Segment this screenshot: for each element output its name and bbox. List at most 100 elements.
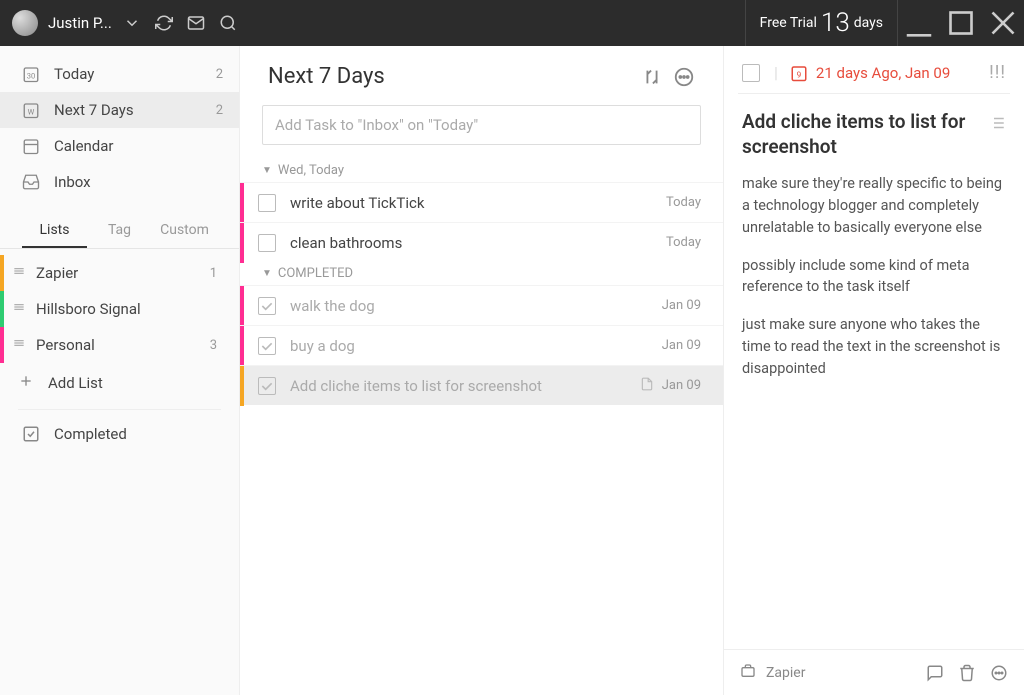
add-task-input[interactable]: Add Task to "Inbox" on "Today" [262, 105, 701, 145]
sidebar-completed[interactable]: Completed [0, 416, 239, 452]
calendar-icon[interactable]: 9 [790, 64, 808, 82]
task-checkbox[interactable] [258, 337, 276, 355]
sidebar-item-count: 2 [216, 67, 223, 82]
content-area: 30 Today 2W Next 7 Days 2 Calendar Inbox… [0, 46, 1024, 695]
priority-icon[interactable]: !!! [989, 62, 1006, 83]
task-date: Today [666, 195, 701, 210]
detail-task-title[interactable]: Add cliche items to list for screenshot [742, 110, 980, 159]
sidebar-tab-lists[interactable]: Lists [22, 214, 87, 248]
window-close-button[interactable] [982, 0, 1024, 46]
titlebar: Justin P... Free Trial 13 days [0, 0, 1024, 46]
task-date: Jan 09 [662, 298, 701, 313]
note-icon [640, 377, 654, 395]
caret-down-icon: ▼ [262, 165, 272, 176]
sidebar-item-label: Next 7 Days [54, 101, 216, 119]
task-title: walk the dog [290, 297, 662, 315]
detail-notes[interactable]: make sure they're really specific to bei… [724, 167, 1024, 401]
task-row[interactable]: write about TickTick Today [240, 182, 723, 222]
sidebar-list-item[interactable]: Hillsboro Signal [0, 291, 239, 327]
task-title: write about TickTick [290, 194, 666, 212]
window-maximize-button[interactable] [940, 0, 982, 46]
section-label: COMPLETED [278, 266, 353, 281]
task-checkbox[interactable] [258, 377, 276, 395]
task-checkbox[interactable] [258, 234, 276, 252]
trial-suffix: days [854, 15, 883, 31]
task-checkbox[interactable] [258, 194, 276, 212]
list-label: Personal [36, 336, 210, 354]
task-list-panel: Next 7 Days Add Task to "Inbox" on "Toda… [240, 46, 724, 695]
sidebar-item-count: 2 [216, 103, 223, 118]
detail-project-name[interactable]: Zapier [766, 665, 912, 681]
user-avatar[interactable] [12, 10, 38, 36]
task-date: Today [666, 235, 701, 250]
section-header[interactable]: ▼COMPLETED [240, 262, 723, 285]
sidebar-item-today[interactable]: 30 Today 2 [0, 56, 239, 92]
calendar-icon [22, 137, 40, 155]
more-icon[interactable] [673, 66, 695, 88]
plus-icon [18, 373, 34, 393]
username-label[interactable]: Justin P... [48, 14, 112, 32]
task-row[interactable]: clean bathrooms Today [240, 222, 723, 262]
task-color-bar [240, 286, 244, 326]
svg-text:W: W [28, 108, 35, 117]
add-list-button[interactable]: Add List [0, 363, 239, 403]
project-icon [740, 663, 756, 683]
sort-icon[interactable] [641, 66, 663, 88]
task-color-bar [240, 326, 244, 366]
trash-icon[interactable] [958, 664, 976, 682]
sidebar-list-item[interactable]: Personal 3 [0, 327, 239, 363]
list-color-bar [0, 327, 4, 363]
list-label: Hillsboro Signal [36, 300, 217, 318]
sidebar-item-calendar[interactable]: Calendar [0, 128, 239, 164]
section-header[interactable]: ▼ Wed, Today [240, 159, 723, 182]
page-title: Next 7 Days [268, 64, 631, 89]
check-icon [22, 425, 40, 443]
list-label: Zapier [36, 264, 210, 282]
task-date: Jan 09 [662, 378, 701, 393]
list-color-bar [0, 255, 4, 291]
sidebar-item-next7[interactable]: W Next 7 Days 2 [0, 92, 239, 128]
add-task-placeholder: Add Task to "Inbox" on "Today" [275, 116, 478, 134]
detail-complete-checkbox[interactable] [742, 64, 760, 82]
sidebar-item-label: Today [54, 65, 216, 83]
trial-badge[interactable]: Free Trial 13 days [745, 0, 898, 46]
more-icon[interactable] [990, 664, 1008, 682]
trial-prefix: Free Trial [760, 15, 817, 31]
task-row[interactable]: walk the dog Jan 09 [240, 285, 723, 325]
task-row[interactable]: buy a dog Jan 09 [240, 325, 723, 365]
drag-handle-icon[interactable] [12, 336, 26, 354]
drag-handle-icon[interactable] [12, 300, 26, 318]
window-minimize-button[interactable] [898, 0, 940, 46]
list-count: 1 [210, 266, 217, 281]
sidebar-tab-custom[interactable]: Custom [152, 214, 217, 248]
sidebar-item-label: Inbox [54, 173, 223, 191]
task-checkbox[interactable] [258, 297, 276, 315]
sidebar-list-item[interactable]: Zapier 1 [0, 255, 239, 291]
sidebar-item-label: Calendar [54, 137, 223, 155]
chevron-down-icon[interactable] [123, 14, 141, 32]
inbox-icon [22, 173, 40, 191]
drag-handle-icon[interactable] [12, 264, 26, 282]
next7-icon: W [22, 101, 40, 119]
add-list-label: Add List [48, 374, 103, 392]
sidebar-item-inbox[interactable]: Inbox [0, 164, 239, 200]
outline-icon[interactable] [988, 114, 1006, 136]
task-row[interactable]: Add cliche items to list for screenshot … [240, 365, 723, 405]
sidebar: 30 Today 2W Next 7 Days 2 Calendar Inbox… [0, 46, 240, 695]
task-title: buy a dog [290, 337, 662, 355]
detail-due-date[interactable]: 21 days Ago, Jan 09 [816, 64, 989, 82]
trial-days: 13 [821, 8, 850, 38]
sync-icon[interactable] [155, 14, 173, 32]
task-color-bar [240, 183, 244, 223]
section-label: Wed, Today [278, 163, 344, 178]
list-count: 3 [210, 338, 217, 353]
comment-icon[interactable] [926, 664, 944, 682]
sidebar-tab-tag[interactable]: Tag [87, 214, 152, 248]
task-date: Jan 09 [662, 338, 701, 353]
sidebar-completed-label: Completed [54, 425, 223, 443]
mail-icon[interactable] [187, 14, 205, 32]
svg-text:30: 30 [27, 72, 35, 81]
search-icon[interactable] [219, 14, 237, 32]
today-icon: 30 [22, 65, 40, 83]
sidebar-tabs: ListsTagCustom [0, 208, 239, 249]
